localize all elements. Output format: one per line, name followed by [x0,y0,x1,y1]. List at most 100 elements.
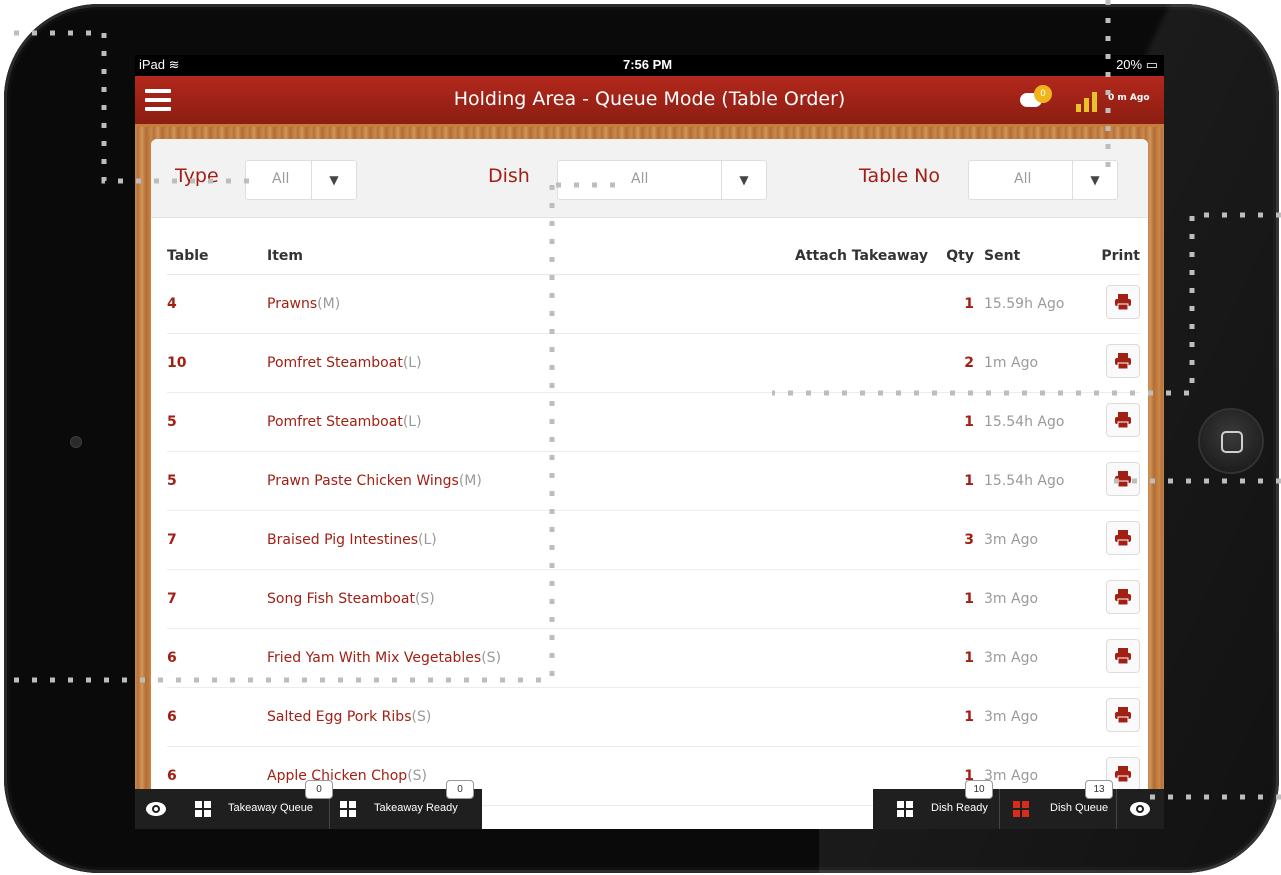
dropdown-arrow-icon[interactable]: ▼ [721,161,766,199]
signal-icon [1076,90,1102,112]
table-row[interactable]: 7 Braised Pig Intestines(L) 3 3m Ago [167,510,1140,570]
printer-icon [1115,294,1131,311]
row-print [1092,274,1140,334]
row-table-number: 10 [167,333,267,393]
table-row[interactable]: 5 Prawn Paste Chicken Wings(M) 1 15.54h Ago [167,451,1140,511]
row-qty: 1 [930,392,984,452]
col-print: Print [1092,238,1140,275]
order-rows: 4 Prawns(M) 1 15.59h Ago 10 Pomfret Steamboat… [167,274,1140,806]
print-button[interactable] [1106,403,1140,437]
dish-filter-select[interactable]: All ▼ [557,160,767,200]
dish-queue-button[interactable]: Dish Queue 13 [1010,780,1117,829]
row-print [1092,451,1140,511]
row-sent: 3m Ago [984,628,1092,688]
table-row[interactable]: 4 Prawns(M) 1 15.59h Ago [167,274,1140,334]
row-item-size: (L) [418,532,437,548]
row-table-number: 5 [167,392,267,452]
row-item-name: Braised Pig Intestines [267,532,418,548]
print-button[interactable] [1106,285,1140,319]
print-button[interactable] [1106,580,1140,614]
printer-icon [1115,353,1131,370]
row-print [1092,333,1140,393]
row-sent: 15.54h Ago [984,451,1092,511]
table-row[interactable]: 6 Fried Yam With Mix Vegetables(S) 1 3m Ago [167,628,1140,688]
row-attach-takeaway [795,274,930,334]
row-item-size: (L) [402,355,422,371]
takeaway-bar: Takeaway Queue 0 Takeaway Ready 0 [135,780,482,829]
row-item-size: (L) [402,414,422,430]
col-table: Table [167,238,267,275]
row-item[interactable]: Prawn Paste Chicken Wings(M) [267,451,795,511]
print-button[interactable] [1106,344,1140,378]
row-item[interactable]: Salted Egg Pork Ribs(S) [267,687,795,747]
row-item-size: (M) [458,473,482,489]
printer-icon [1115,648,1131,665]
print-button[interactable] [1106,639,1140,673]
row-qty: 1 [930,274,984,334]
home-button-icon[interactable] [1200,410,1262,472]
dish-queue-count: 13 [1085,780,1113,799]
row-item-size: (S) [407,768,427,784]
row-attach-takeaway [795,510,930,570]
row-item[interactable]: Fried Yam With Mix Vegetables(S) [267,628,795,688]
row-item-name: Salted Egg Pork Ribs [267,709,412,725]
row-sent: 3m Ago [984,687,1092,747]
row-qty: 1 [930,687,984,747]
app-screen: iPad ≋ 7:56 PM 20% ▭ Holding Area - Queu… [135,55,1164,829]
row-attach-takeaway [795,333,930,393]
status-bar: iPad ≋ 7:56 PM 20% ▭ [135,55,1164,76]
table-row[interactable]: 5 Pomfret Steamboat(L) 1 15.54h Ago [167,392,1140,452]
title-bar: Holding Area - Queue Mode (Table Order) … [135,76,1164,124]
table-row[interactable]: 7 Song Fish Steamboat(S) 1 3m Ago [167,569,1140,629]
print-button[interactable] [1106,698,1140,732]
row-qty: 1 [930,628,984,688]
grid-icon [897,801,913,817]
print-button[interactable] [1106,521,1140,555]
printer-icon [1115,589,1131,606]
row-sent: 15.54h Ago [984,392,1092,452]
row-item-name: Pomfret Steamboat [267,414,403,430]
takeaway-queue-button[interactable]: Takeaway Queue 0 [193,780,333,829]
table-row[interactable]: 10 Pomfret Steamboat(L) 2 1m Ago [167,333,1140,393]
row-table-number: 6 [167,628,267,688]
table-filter-select[interactable]: All ▼ [968,160,1118,200]
eye-icon[interactable] [145,801,167,817]
print-button[interactable] [1106,462,1140,496]
row-item-name: Pomfret Steamboat [267,355,403,371]
col-attach-takeaway: Attach Takeaway [795,238,930,275]
row-item-name: Prawn Paste Chicken Wings [267,473,459,489]
dropdown-arrow-icon[interactable]: ▼ [1072,161,1117,199]
printer-icon [1115,766,1131,783]
page-title: Holding Area - Queue Mode (Table Order) [453,88,846,110]
row-print [1092,569,1140,629]
row-item-name: Apple Chicken Chop [267,768,408,784]
row-item[interactable]: Prawns(M) [267,274,795,334]
row-table-number: 5 [167,451,267,511]
row-item-size: (S) [414,591,435,607]
dropdown-arrow-icon[interactable]: ▼ [311,161,356,199]
dish-ready-button[interactable]: Dish Ready 10 [893,780,1000,829]
row-sent: 3m Ago [984,569,1092,629]
row-item[interactable]: Pomfret Steamboat(L) [267,333,795,393]
row-item[interactable]: Pomfret Steamboat(L) [267,392,795,452]
last-update-label: 0 m Ago [1108,93,1150,103]
row-table-number: 7 [167,569,267,629]
row-qty: 2 [930,333,984,393]
dish-filter-label: Dish [488,165,530,187]
row-item-size: (S) [481,650,502,666]
type-filter-select[interactable]: All ▼ [245,160,357,200]
row-qty: 1 [930,569,984,629]
takeaway-ready-count: 0 [446,780,474,799]
chat-icon[interactable]: 0 [1020,85,1052,111]
takeaway-ready-button[interactable]: Takeaway Ready 0 [338,780,478,829]
row-item[interactable]: Braised Pig Intestines(L) [267,510,795,570]
battery-indicator: 20% ▭ [1116,57,1158,72]
grid-icon [195,801,211,817]
row-qty: 3 [930,510,984,570]
eye-icon[interactable] [1129,801,1151,817]
row-attach-takeaway [795,569,930,629]
row-item[interactable]: Song Fish Steamboat(S) [267,569,795,629]
table-filter-label: Table No [859,165,941,187]
table-row[interactable]: 6 Salted Egg Pork Ribs(S) 1 3m Ago [167,687,1140,747]
row-print [1092,687,1140,747]
